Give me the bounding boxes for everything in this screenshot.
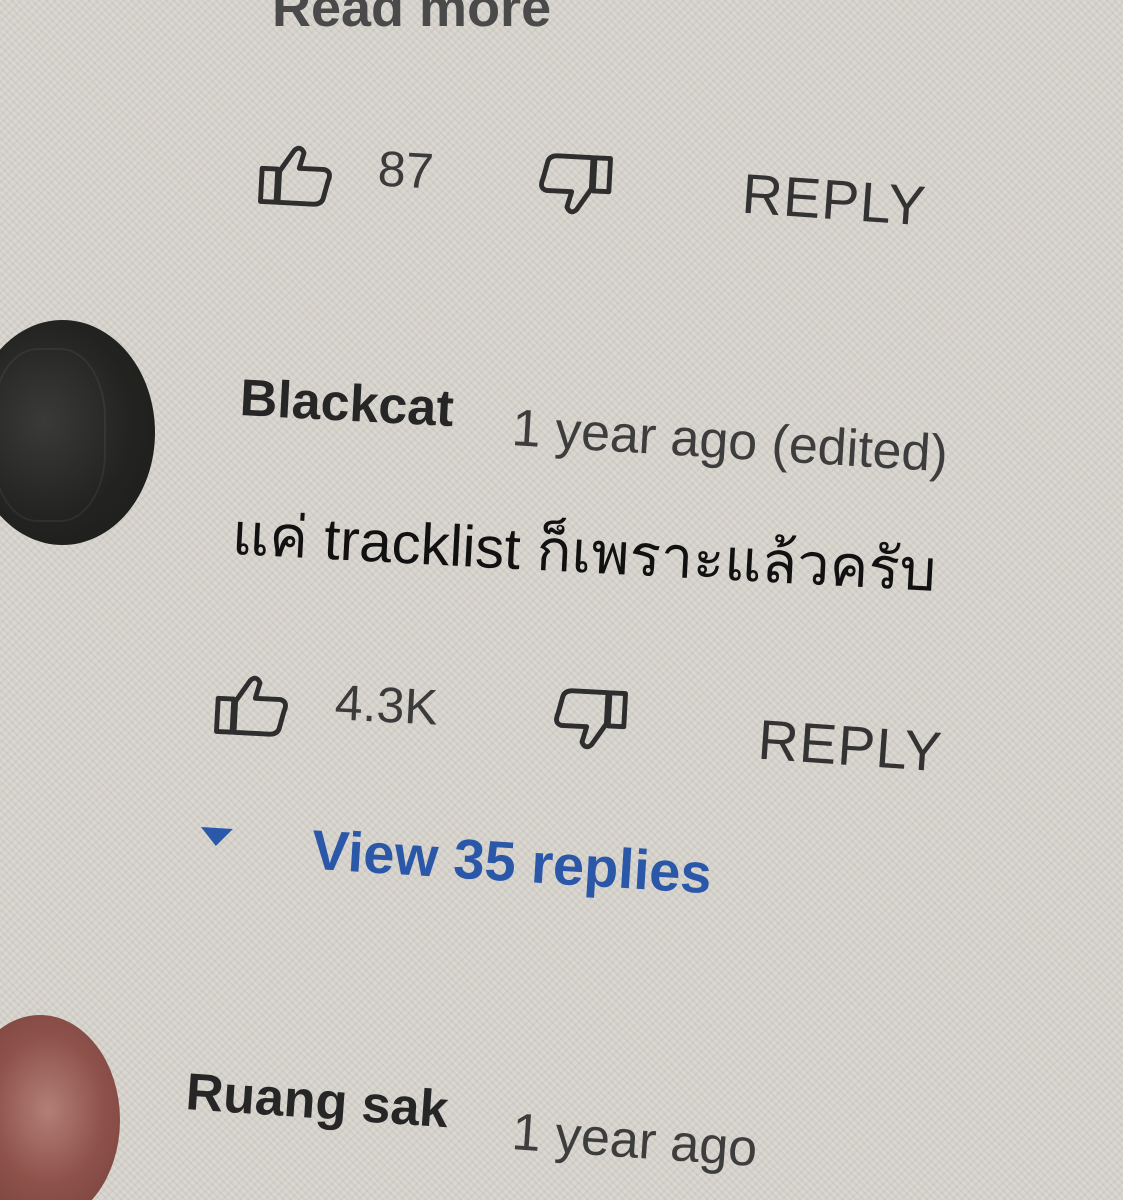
- thumbs-up-icon[interactable]: [256, 138, 338, 212]
- comment-author[interactable]: Blackcat: [238, 368, 455, 439]
- avatar[interactable]: [0, 320, 155, 545]
- thumbs-down-icon[interactable]: [533, 148, 615, 222]
- thumbs-down-icon[interactable]: [548, 683, 630, 757]
- like-count: 4.3K: [333, 674, 440, 736]
- comment-actions: 4.3K REPLY: [0, 660, 1123, 783]
- read-more-link[interactable]: Read more: [272, 0, 551, 38]
- reply-button[interactable]: REPLY: [756, 708, 944, 784]
- caret-down-icon: [199, 826, 233, 847]
- view-replies-button[interactable]: View 35 replies: [198, 808, 714, 909]
- like-count: 87: [376, 140, 436, 200]
- view-replies-label: View 35 replies: [309, 817, 714, 906]
- comment-text: แค่ tracklist ก็เพราะแล้วครับ: [230, 502, 939, 604]
- comment-timestamp[interactable]: 1 year ago: [510, 1102, 759, 1179]
- thumbs-up-icon[interactable]: [212, 668, 294, 742]
- comment-author[interactable]: Ruang sak: [184, 1062, 451, 1140]
- reply-button[interactable]: REPLY: [740, 162, 928, 238]
- previous-comment-actions: 87 REPLY: [0, 130, 1123, 237]
- avatar[interactable]: [0, 1015, 120, 1200]
- comment-timestamp[interactable]: 1 year ago (edited): [510, 398, 949, 485]
